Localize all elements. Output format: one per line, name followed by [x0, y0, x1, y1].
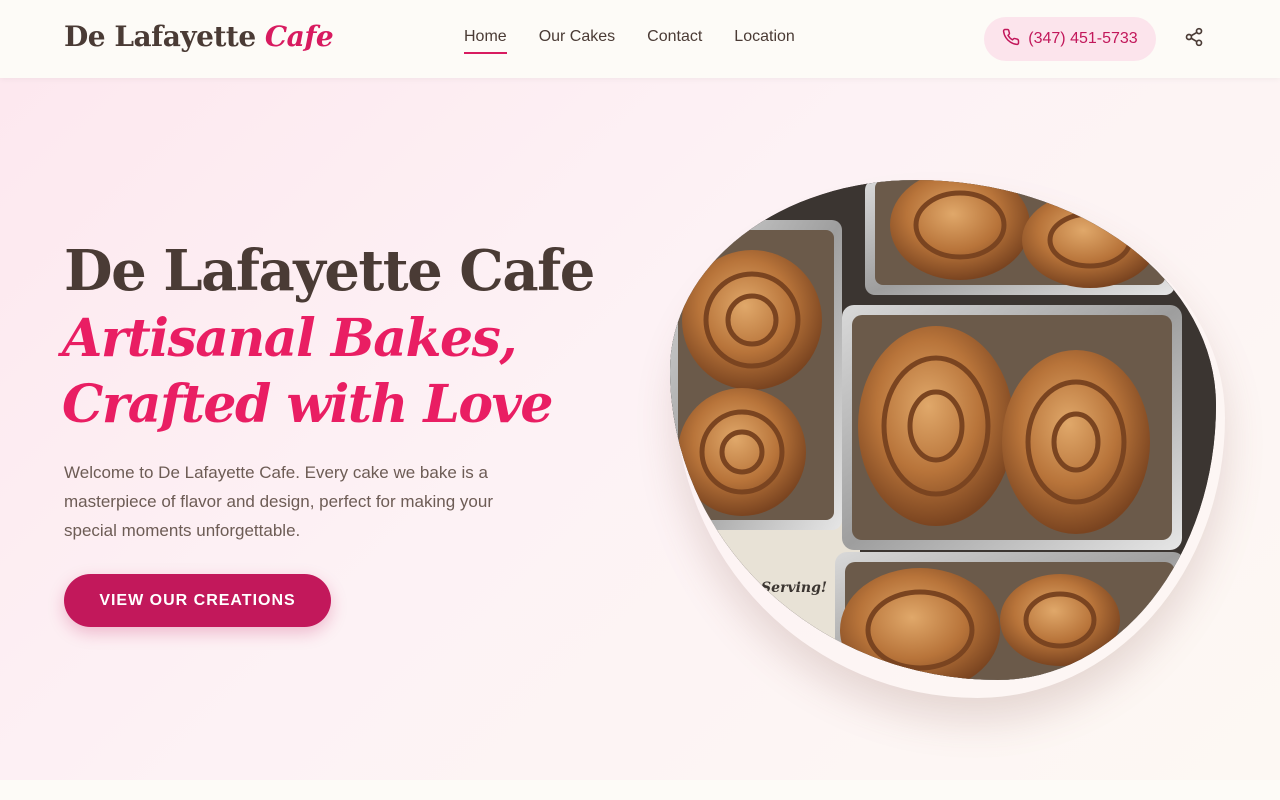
site-header: De Lafayette Cafe Home Our Cakes Contact…: [0, 0, 1280, 78]
hero-title: De Lafayette Cafe: [64, 238, 595, 304]
svg-text:Now Serving!: Now Serving!: [721, 580, 827, 596]
logo-text: De Lafayette: [64, 20, 256, 53]
nav-item-our-cakes[interactable]: Our Cakes: [539, 28, 615, 54]
phone-number: (347) 451-5733: [1028, 30, 1138, 47]
logo-accent: Cafe: [264, 20, 334, 53]
nav-item-home[interactable]: Home: [464, 28, 507, 54]
hero-description: Welcome to De Lafayette Cafe. Every cake…: [64, 463, 493, 540]
hero-subtitle-line-1: Artisanal Bakes,: [62, 308, 517, 369]
hero-subtitle-line-2: Crafted with Love: [62, 374, 553, 435]
hero-section: De Lafayette Cafe Artisanal Bakes, Craft…: [0, 78, 1280, 780]
section-divider: [0, 780, 1280, 800]
share-icon: [1184, 27, 1204, 52]
phone-icon: [1002, 28, 1020, 51]
cinnamon-rolls-illustration: Now Serving!: [670, 180, 1216, 680]
hero-subtitle: Artisanal Bakes, Crafted with Love: [62, 306, 622, 438]
nav-item-contact[interactable]: Contact: [647, 28, 702, 54]
nav-item-location[interactable]: Location: [734, 28, 795, 54]
share-button[interactable]: [1180, 25, 1208, 53]
main-nav: Home Our Cakes Contact Location: [464, 28, 795, 54]
site-logo[interactable]: De Lafayette Cafe: [64, 20, 334, 53]
phone-button[interactable]: (347) 451-5733: [984, 17, 1156, 61]
view-creations-button[interactable]: VIEW OUR CREATIONS: [64, 574, 331, 627]
hero-image: Now Serving!: [670, 180, 1216, 680]
